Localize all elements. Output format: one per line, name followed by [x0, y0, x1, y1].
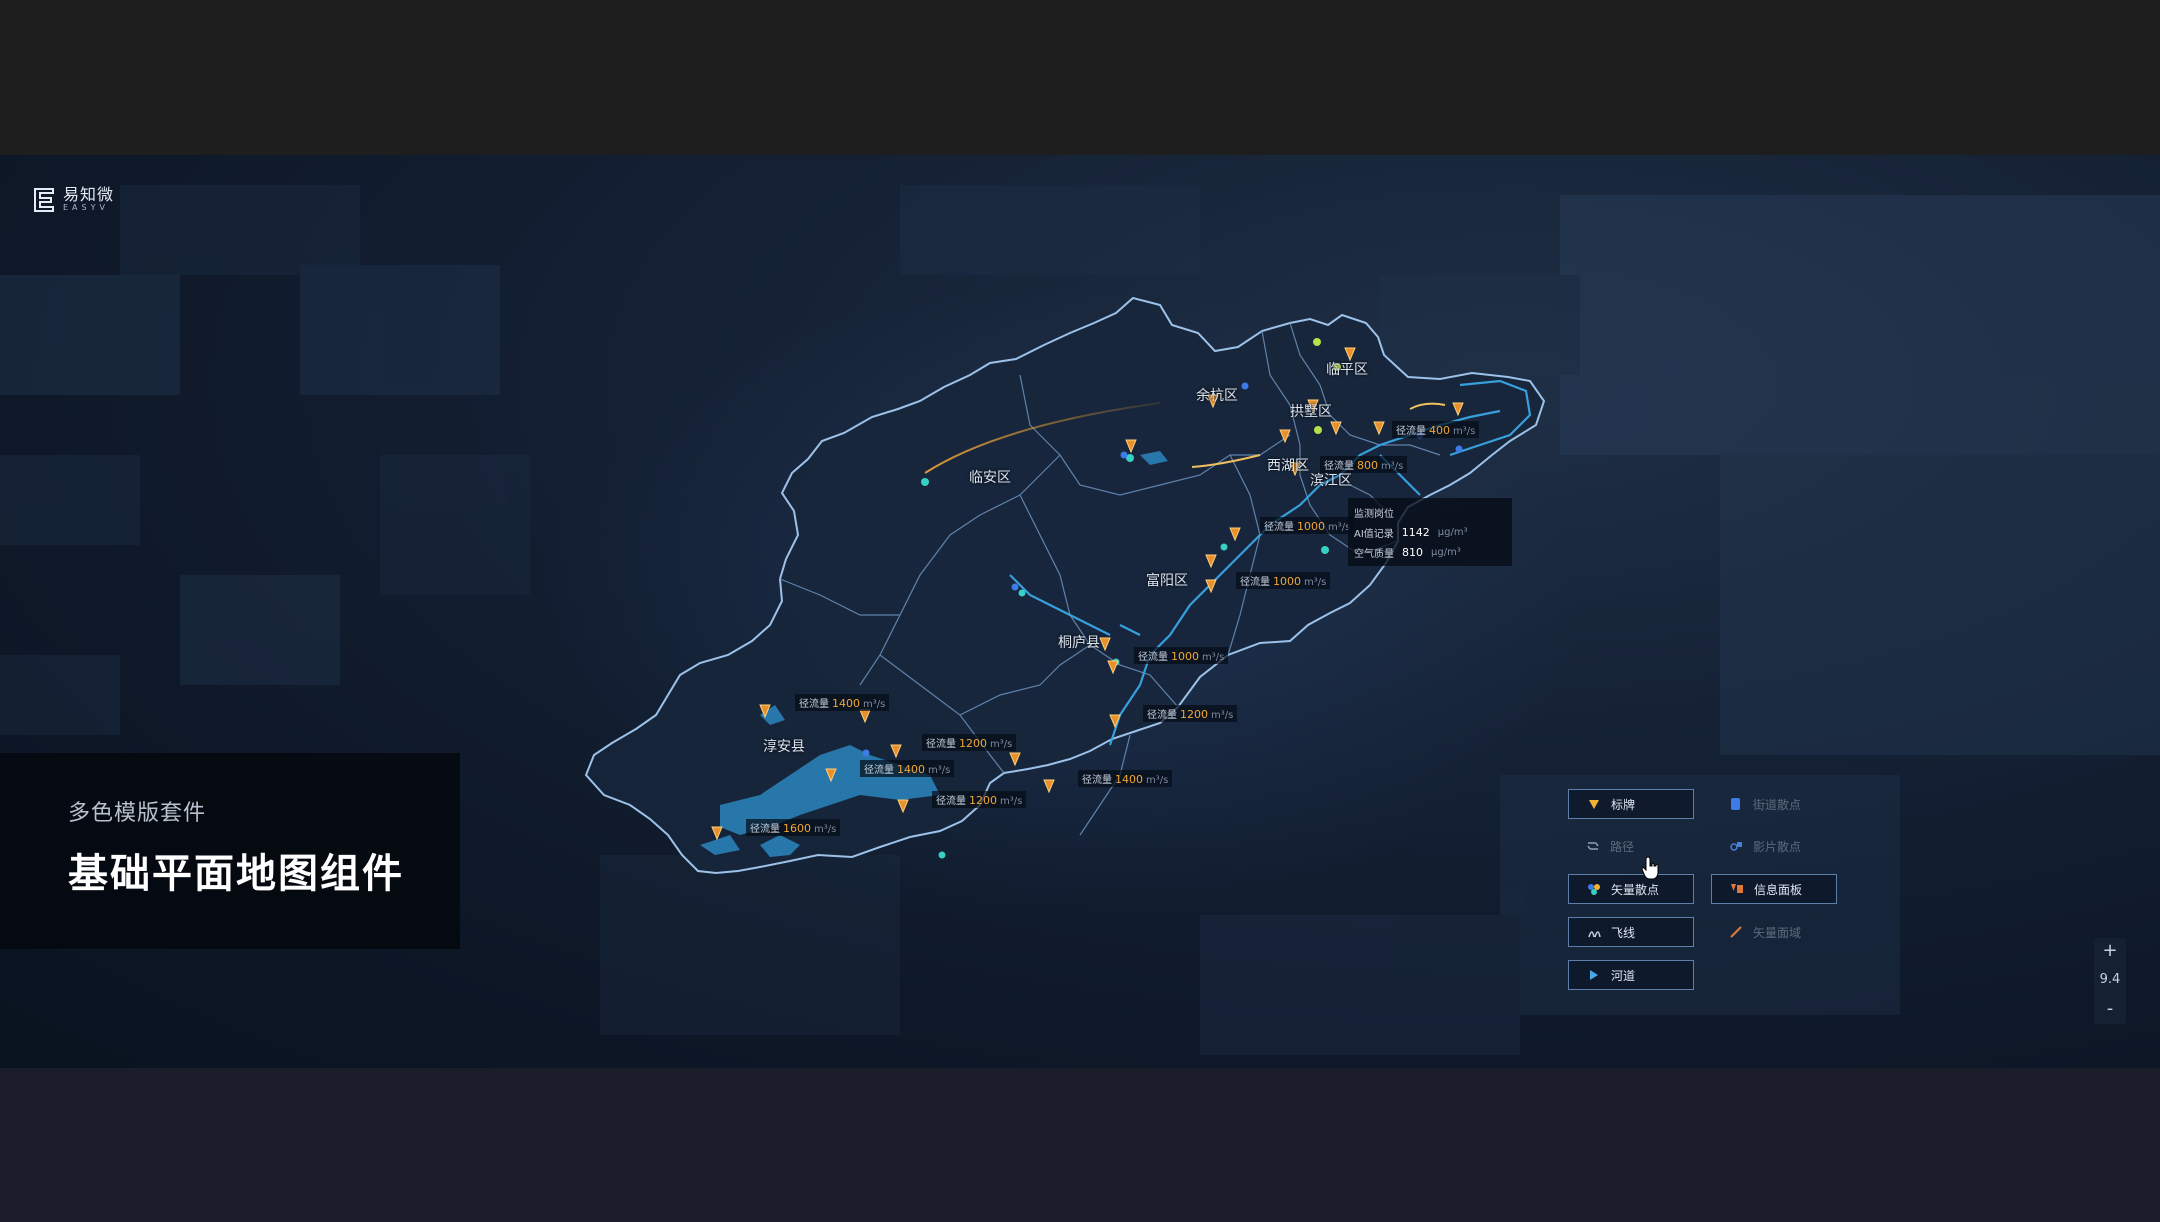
map-label-xihu: 西湖区 [1267, 458, 1309, 474]
monitor-info-panel[interactable]: 监测岗位 AI值记录 1142 μg/m³ 空气质量 810 μg/m³ [1348, 498, 1512, 566]
vector-area-icon [1729, 925, 1743, 939]
info-row: AI值记录 1142 μg/m³ [1354, 525, 1468, 540]
flow-label: 径流量 1600 m³/s [746, 819, 841, 836]
map-viewport[interactable]: 易知微 EASYV 临安区 余杭区 临平区 拱墅区 西湖区 滨江区 富阳区 桐庐… [0, 155, 2160, 1068]
legend-toggle-flyline[interactable]: 飞线 [1568, 917, 1694, 947]
vector-point-icon [1587, 882, 1601, 896]
map-label-fuyang: 富阳区 [1146, 573, 1188, 589]
flyline-icon [1587, 925, 1601, 939]
legend-toggle-route[interactable]: 路径 [1568, 831, 1694, 861]
info-row: 空气质量 810 μg/m³ [1354, 545, 1461, 560]
info-panel-icon [1730, 882, 1744, 896]
legend-toggle-street-points[interactable]: 街道散点 [1711, 789, 1837, 819]
legend-toggle-vector-points[interactable]: 矢量散点 [1568, 874, 1694, 904]
map-label-yuhang: 余杭区 [1196, 388, 1238, 404]
brand-name-cn: 易知微 [63, 185, 115, 204]
flow-label: 径流量 1200 m³/s [922, 734, 1017, 751]
route-icon [1586, 839, 1600, 853]
flow-label: 径流量 800 m³/s [1320, 456, 1408, 473]
zoom-in-button[interactable]: + [2094, 938, 2126, 964]
zoom-control: + 9.4 - [2094, 938, 2126, 1024]
legend-toggle-info-panel[interactable]: 信息面板 [1711, 874, 1837, 904]
flow-label: 径流量 1000 m³/s [1134, 647, 1229, 664]
map-label-gongshu: 拱墅区 [1290, 404, 1332, 420]
image-point-icon [1729, 839, 1743, 853]
title-panel: 多色模版套件 基础平面地图组件 [0, 753, 460, 949]
legend-toggle-image-points[interactable]: 影片散点 [1711, 831, 1837, 861]
flow-label: 径流量 1000 m³/s [1236, 572, 1331, 589]
zoom-out-button[interactable]: - [2094, 996, 2126, 1022]
legend-toggle-river[interactable]: 河道 [1568, 960, 1694, 990]
flow-label: 径流量 1400 m³/s [795, 694, 890, 711]
map-label-tonglu: 桐庐县 [1058, 635, 1100, 651]
map-label-linping: 临平区 [1326, 362, 1368, 378]
map-label-chunan: 淳安县 [763, 739, 805, 755]
legend-toggle-signboard[interactable]: 标牌 [1568, 789, 1694, 819]
map-label-binjiang: 滨江区 [1310, 473, 1352, 489]
brand-logo: 易知微 EASYV [33, 187, 114, 213]
zoom-level: 9.4 [2099, 972, 2121, 987]
bottom-bar [0, 1068, 2160, 1222]
flow-label: 径流量 1000 m³/s [1260, 517, 1355, 534]
river-icon [1587, 968, 1601, 982]
flow-label: 径流量 1200 m³/s [932, 791, 1027, 808]
page-title: 基础平面地图组件 [68, 851, 404, 897]
map-label-linan: 临安区 [969, 470, 1011, 486]
flow-label: 径流量 400 m³/s [1392, 421, 1480, 438]
info-panel-title: 监测岗位 [1354, 508, 1394, 520]
template-subtitle: 多色模版套件 [68, 801, 207, 826]
flow-label: 径流量 1200 m³/s [1143, 705, 1238, 722]
flow-label: 径流量 1400 m³/s [1078, 770, 1173, 787]
street-point-icon [1729, 797, 1743, 811]
flow-label: 径流量 1400 m³/s [860, 760, 955, 777]
legend-toggle-vector-area[interactable]: 矢量面域 [1711, 917, 1837, 947]
easyv-logo-icon [33, 187, 55, 213]
signboard-icon [1587, 797, 1601, 811]
hand-cursor-icon [1641, 855, 1661, 881]
brand-name-en: EASYV [63, 203, 109, 212]
